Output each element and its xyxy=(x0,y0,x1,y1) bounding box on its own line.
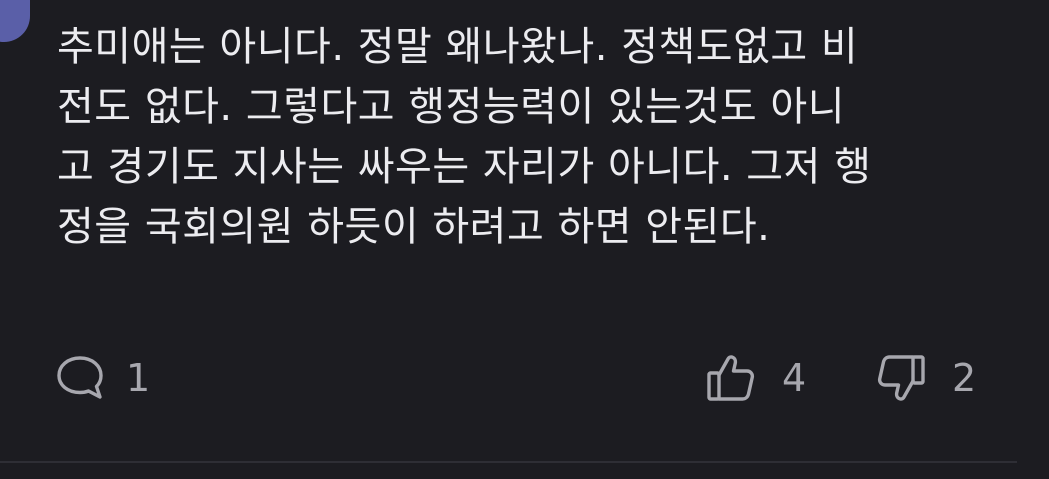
divider xyxy=(0,461,1017,463)
reply-button[interactable]: 1 xyxy=(55,352,150,404)
thumbs-down-icon xyxy=(876,353,926,403)
comment-line: 고 경기도 지사는 싸우는 자리가 아니다. 그저 행 xyxy=(57,144,872,190)
comment-line: 추미애는 아니다. 정말 왜나왔나. 정책도없고 비 xyxy=(57,24,859,70)
reply-count: 1 xyxy=(126,356,151,400)
comment-line: 전도 없다. 그렇다고 행정능력이 있는것도 아니 xyxy=(57,84,845,130)
comment-line: 정을 국회의원 하듯이 하려고 하면 안된다. xyxy=(57,204,771,250)
thumbs-up-icon xyxy=(706,353,756,403)
like-button[interactable]: 4 xyxy=(706,352,806,404)
dislike-button[interactable]: 2 xyxy=(876,352,976,404)
dislike-count: 2 xyxy=(952,356,977,400)
speech-bubble-icon xyxy=(55,354,107,402)
avatar[interactable] xyxy=(0,0,30,42)
like-count: 4 xyxy=(782,356,807,400)
comment-text: 추미애는 아니다. 정말 왜나왔나. 정책도없고 비 전도 없다. 그렇다고 행… xyxy=(57,17,1017,257)
